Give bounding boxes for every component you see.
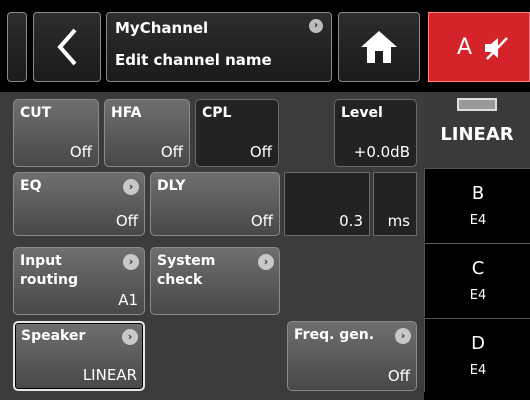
cpl-label: CPL	[202, 105, 232, 121]
active-tab-label: LINEAR	[440, 124, 514, 145]
cut-button[interactable]: CUT Off	[13, 99, 99, 167]
dly-button[interactable]: DLY Off	[150, 172, 280, 236]
delay-amount: 0.3	[339, 212, 363, 230]
channel-name: MyChannel	[115, 19, 209, 37]
channel-letter: C	[471, 258, 485, 279]
level-indicator	[457, 98, 497, 111]
delay-value-field[interactable]: 0.3	[284, 172, 370, 236]
info-icon: ›	[309, 19, 323, 33]
mute-label: A	[457, 35, 473, 60]
cpl-value: Off	[249, 143, 272, 161]
level-label: Level	[341, 105, 383, 121]
input-routing-label: Input routing	[20, 253, 78, 288]
channel-sub: E4	[469, 363, 487, 378]
dly-value: Off	[250, 212, 273, 230]
chevron-left-icon	[57, 28, 77, 66]
home-button[interactable]	[338, 12, 420, 82]
system-check-button[interactable]: System check ›	[150, 247, 280, 315]
eq-button[interactable]: EQ › Off	[13, 172, 145, 236]
channel-tab-b[interactable]: B E4	[424, 168, 530, 242]
info-icon: ›	[395, 328, 411, 344]
speaker-label: Speaker	[21, 328, 86, 344]
eq-label: EQ	[20, 178, 42, 194]
freq-gen-label: Freq. gen.	[294, 327, 375, 343]
hfa-label: HFA	[111, 105, 142, 121]
input-routing-button[interactable]: Input routing › A1	[13, 247, 145, 315]
channel-sub: E4	[469, 288, 487, 303]
cut-value: Off	[69, 143, 92, 161]
freq-gen-value: Off	[387, 367, 410, 385]
channel-name-button[interactable]: MyChannel Edit channel name ›	[106, 12, 332, 82]
info-icon: ›	[258, 254, 274, 270]
info-icon: ›	[123, 254, 139, 270]
menu-handle[interactable]	[7, 12, 27, 82]
system-check-label: System check	[157, 253, 216, 288]
delay-unit: ms	[387, 212, 410, 230]
hfa-value: Off	[160, 143, 183, 161]
channel-letter: B	[471, 183, 485, 204]
channel-sub: E4	[469, 213, 487, 228]
speaker-button[interactable]: Speaker › LINEAR	[13, 321, 145, 391]
mute-button[interactable]: A	[428, 12, 530, 82]
dly-label: DLY	[157, 178, 186, 194]
info-icon: ›	[122, 329, 138, 345]
top-bar: MyChannel Edit channel name › A	[0, 0, 530, 92]
level-value: +0.0dB	[353, 143, 410, 161]
cpl-button[interactable]: CPL Off	[195, 99, 279, 167]
channel-tab-c[interactable]: C E4	[424, 243, 530, 317]
info-icon: ›	[123, 179, 139, 195]
page-title: Edit channel name	[115, 51, 272, 69]
hfa-button[interactable]: HFA Off	[104, 99, 190, 167]
channel-letter: D	[471, 333, 485, 354]
input-routing-value: A1	[118, 291, 138, 309]
speaker-muted-icon	[485, 37, 508, 60]
freq-gen-button[interactable]: Freq. gen. › Off	[287, 321, 417, 391]
home-icon	[361, 31, 397, 63]
eq-value: Off	[115, 212, 138, 230]
active-channel-tab[interactable]: LINEAR	[424, 92, 530, 168]
back-button[interactable]	[33, 12, 101, 82]
delay-unit-field[interactable]: ms	[373, 172, 417, 236]
channel-tab-d[interactable]: D E4	[424, 318, 530, 392]
cut-label: CUT	[20, 105, 52, 121]
level-button[interactable]: Level +0.0dB	[334, 99, 417, 167]
speaker-value: LINEAR	[82, 366, 137, 384]
